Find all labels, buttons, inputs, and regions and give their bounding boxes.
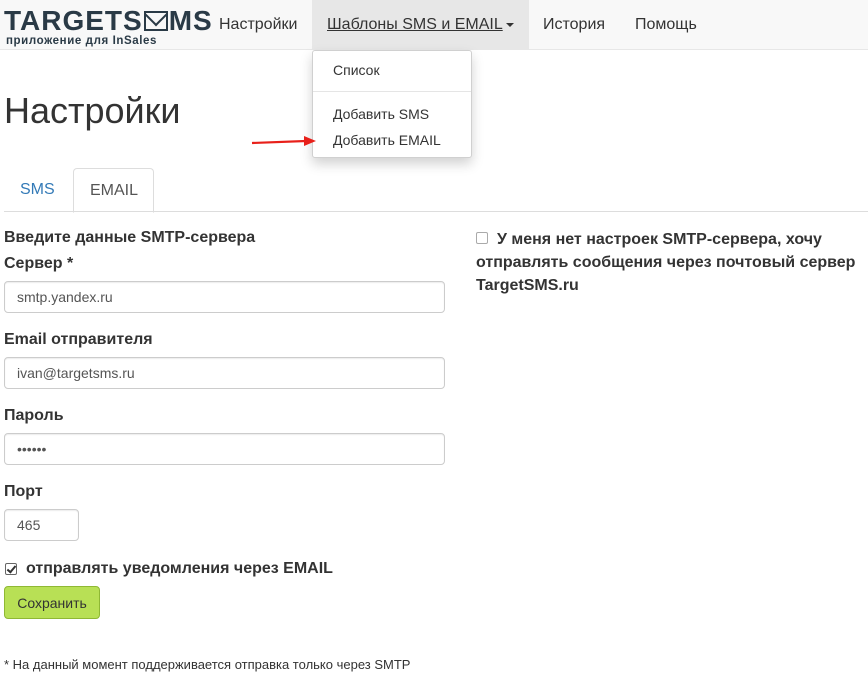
- no-smtp-option-label: У меня нет настроек SMTP-сервера, хочу о…: [476, 231, 856, 294]
- tab-sms[interactable]: SMS: [4, 168, 71, 211]
- sender-email-label: Email отправителя: [4, 331, 153, 348]
- caret-down-icon: [505, 22, 514, 27]
- menu-item-add-email[interactable]: Добавить EMAIL: [333, 132, 441, 148]
- notify-email-label: отправлять уведомления через EMAIL: [26, 560, 333, 577]
- port-label: Порт: [4, 483, 43, 500]
- nav-history[interactable]: История: [528, 0, 620, 49]
- port-input[interactable]: 465: [4, 509, 79, 541]
- page-title: Настройки: [4, 90, 181, 131]
- password-input[interactable]: ••••••: [4, 433, 445, 465]
- envelope-icon: [143, 11, 168, 31]
- nav-settings[interactable]: Настройки: [204, 0, 312, 49]
- tabs-divider: [4, 211, 868, 212]
- menu-item-list[interactable]: Список: [333, 62, 380, 78]
- nav-templates-dropdown[interactable]: Шаблоны SMS и EMAIL: [312, 0, 529, 49]
- menu-item-add-sms[interactable]: Добавить SMS: [333, 106, 429, 122]
- nav-help[interactable]: Помощь: [620, 0, 712, 49]
- brand-name: TARGETS MS: [4, 5, 213, 36]
- brand-logo[interactable]: TARGETS MS приложение для InSales: [4, 6, 212, 48]
- server-input[interactable]: smtp.yandex.ru: [4, 281, 445, 313]
- smtp-section-title: Введите данные SMTP-сервера: [4, 229, 256, 246]
- menu-divider: [313, 91, 471, 92]
- notify-email-checkbox[interactable]: [5, 563, 17, 575]
- password-label: Пароль: [4, 407, 64, 424]
- arrow-right-icon: [251, 136, 316, 146]
- brand-tagline: приложение для InSales: [6, 35, 158, 47]
- save-button[interactable]: Сохранить: [4, 586, 100, 619]
- templates-dropdown-menu: Список Добавить SMS Добавить EMAIL: [312, 50, 472, 158]
- smtp-footnote: * На данный момент поддерживается отправ…: [4, 657, 411, 672]
- tab-email[interactable]: EMAIL: [73, 168, 154, 213]
- sender-email-input[interactable]: ivan@targetsms.ru: [4, 357, 445, 389]
- server-label: Сервер *: [4, 255, 74, 272]
- navbar: TARGETS MS приложение для InSales Настрой…: [0, 0, 868, 50]
